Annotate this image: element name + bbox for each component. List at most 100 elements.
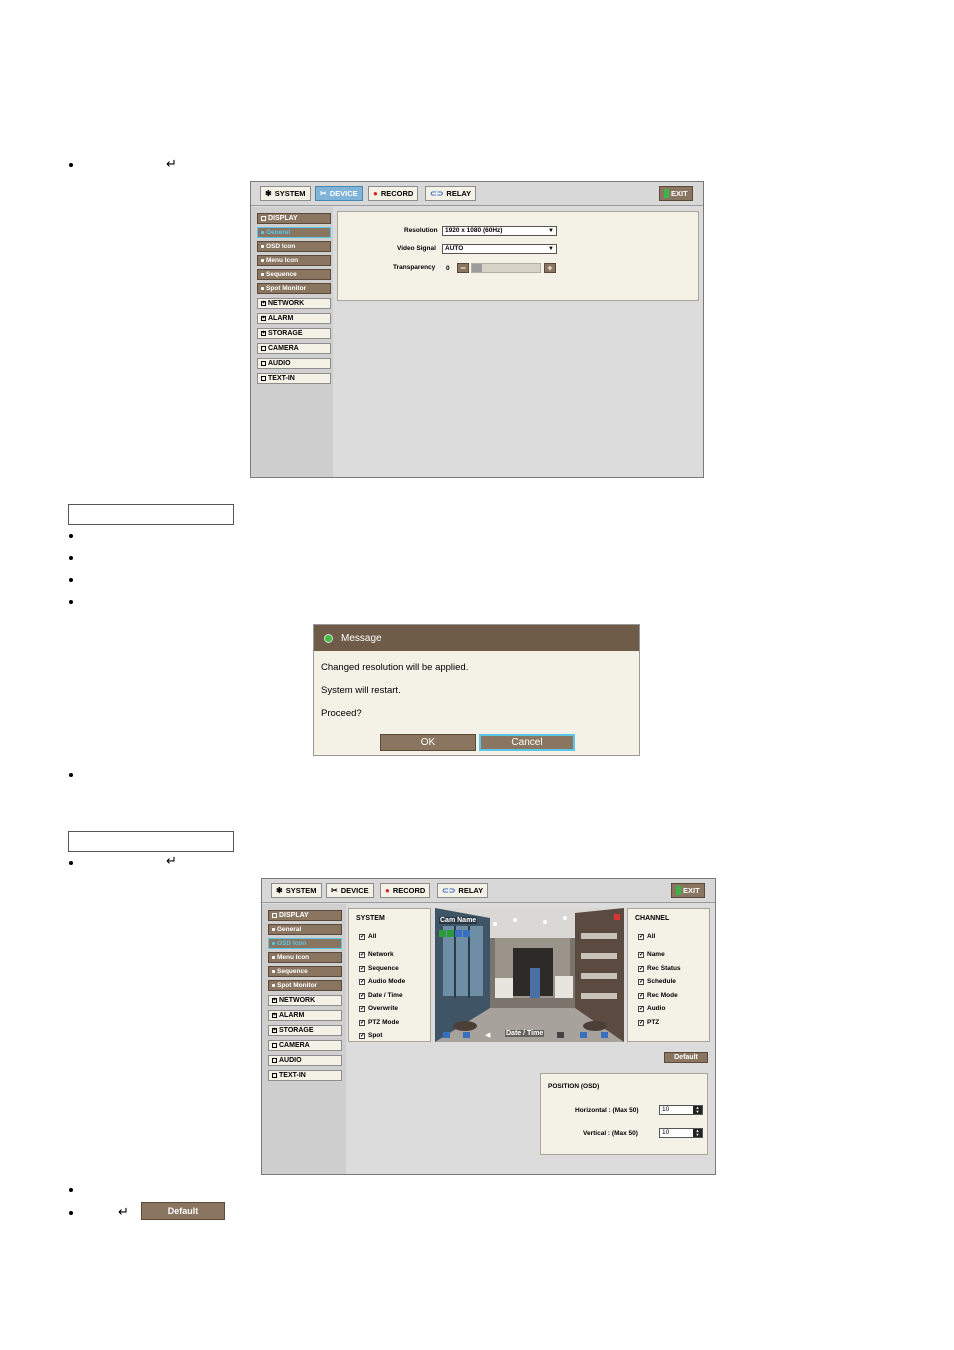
channel-check-all[interactable]: ✓ All [638, 933, 655, 940]
sidebar-item-osd-icon[interactable]: OSD Icon [268, 938, 342, 949]
exit-button[interactable]: EXIT [659, 186, 693, 201]
sidebar: DISPLAY General OSD Icon Menu Icon Seque… [262, 904, 346, 1174]
default-button[interactable]: Default [664, 1052, 708, 1063]
bullet-icon [261, 245, 264, 248]
spot-icon [601, 1032, 608, 1038]
close-icon [614, 914, 620, 920]
chevron-down-icon: ▼ [548, 228, 554, 234]
tab-system[interactable]: ✱ SYSTEM [271, 883, 322, 898]
section-heading-box [68, 504, 234, 525]
transparency-slider[interactable] [471, 263, 541, 273]
channel-check-ptz[interactable]: ✓ PTZ [638, 1019, 659, 1026]
system-check-sequence[interactable]: ✓ Sequence [359, 965, 399, 972]
system-check-date-time[interactable]: ✓ Date / Time [359, 992, 403, 999]
spinner-icon[interactable]: ▲ ▼ [693, 1129, 702, 1137]
sidebar-item-osd-icon[interactable]: OSD Icon [257, 241, 331, 252]
sidebar-item-audio[interactable]: AUDIO [268, 1055, 342, 1066]
checkbox-checked[interactable]: ✓ [359, 1005, 365, 1012]
system-check-all[interactable]: ✓ All [359, 933, 376, 940]
checkbox-checked[interactable]: ✓ [359, 1032, 365, 1039]
horizontal-input[interactable]: 10 ▲ ▼ [659, 1105, 703, 1115]
item-icon [261, 361, 266, 366]
checkbox-checked[interactable]: ✓ [638, 965, 644, 972]
sidebar-item-general[interactable]: General [268, 924, 342, 935]
bullet [69, 556, 73, 560]
tab-relay[interactable]: ⊂⊃ RELAY [437, 883, 489, 898]
default-button-reference[interactable]: Default [141, 1202, 225, 1220]
sidebar-item-storage[interactable]: + STORAGE [268, 1025, 342, 1036]
osd-position-panel: POSITION (OSD) Horizontal : (Max 50) 10 … [540, 1073, 708, 1155]
channel-check-schedule[interactable]: ✓ Schedule [638, 978, 676, 985]
sidebar-item-alarm[interactable]: + ALARM [257, 313, 331, 324]
channel-check-rec-status[interactable]: ✓ Rec Status [638, 965, 681, 972]
sidebar-item-menu-icon[interactable]: Menu Icon [268, 952, 342, 963]
bullet [69, 600, 73, 604]
message-line-1: Changed resolution will be applied. [321, 662, 469, 673]
expand-icon: + [261, 300, 266, 306]
system-check-network[interactable]: ✓ Network [359, 951, 394, 958]
system-check-overwrite[interactable]: ✓ Overwrite [359, 1005, 398, 1012]
bullet-icon [261, 231, 264, 234]
tab-relay[interactable]: ⊂⊃ RELAY [425, 186, 477, 201]
tools-icon: ✂ [320, 188, 327, 198]
channel-check-audio[interactable]: ✓ Audio [638, 1005, 665, 1012]
channel-check-name[interactable]: ✓ Name [638, 951, 665, 958]
preview-status-bar: ◀ Date / Time [435, 1030, 624, 1040]
gear-icon: ✱ [276, 885, 283, 895]
checkbox-checked[interactable]: ✓ [359, 978, 365, 985]
sidebar-item-camera[interactable]: CAMERA [268, 1040, 342, 1051]
cancel-button[interactable]: Cancel [479, 734, 575, 751]
tab-device[interactable]: ✂ DEVICE [315, 186, 363, 201]
tab-record[interactable]: ● RECORD [368, 186, 419, 201]
sidebar-item-network[interactable]: + NETWORK [257, 298, 331, 309]
sidebar-item-menu-icon[interactable]: Menu Icon [257, 255, 331, 266]
bullet-icon [261, 259, 264, 262]
checkbox-checked[interactable]: ✓ [359, 933, 365, 940]
transparency-decrease-button[interactable]: − [457, 263, 469, 273]
checkbox-checked[interactable]: ✓ [359, 992, 365, 999]
system-check-audio-mode[interactable]: ✓ Audio Mode [359, 978, 405, 985]
system-check-ptz-mode[interactable]: ✓ PTZ Mode [359, 1019, 399, 1026]
checkbox-checked[interactable]: ✓ [638, 951, 644, 958]
sidebar-item-display[interactable]: DISPLAY [257, 213, 331, 224]
transparency-value: 0 [446, 265, 450, 272]
sidebar-item-alarm[interactable]: + ALARM [268, 1010, 342, 1021]
transparency-increase-button[interactable]: + [544, 263, 556, 273]
tab-system[interactable]: ✱ SYSTEM [260, 186, 311, 201]
cam-name-label: Cam Name [439, 917, 478, 924]
system-check-spot[interactable]: ✓ Spot [359, 1032, 382, 1039]
video-signal-select[interactable]: AUTO ▼ [442, 244, 557, 254]
sidebar-item-sequence[interactable]: Sequence [257, 269, 331, 280]
resolution-select[interactable]: 1920 x 1080 (60Hz) ▼ [442, 226, 557, 236]
checkbox-checked[interactable]: ✓ [638, 1019, 644, 1026]
tab-device[interactable]: ✂ DEVICE [326, 883, 374, 898]
sidebar-item-spot-monitor[interactable]: Spot Monitor [257, 283, 331, 294]
enter-key-icon: ↵ [166, 157, 177, 172]
vertical-input[interactable]: 10 ▲ ▼ [659, 1128, 703, 1138]
checkbox-checked[interactable]: ✓ [359, 965, 365, 972]
toolbar: ✱ SYSTEM ✂ DEVICE ● RECORD ⊂⊃ RELAY EXIT [251, 182, 703, 206]
checkbox-checked[interactable]: ✓ [638, 933, 644, 940]
sidebar-item-text-in[interactable]: TEXT-IN [257, 373, 331, 384]
sidebar-item-sequence[interactable]: Sequence [268, 966, 342, 977]
channel-check-rec-mode[interactable]: ✓ Rec Mode [638, 992, 678, 999]
sidebar-item-display[interactable]: DISPLAY [268, 910, 342, 921]
checkbox-checked[interactable]: ✓ [638, 978, 644, 985]
sidebar-item-text-in[interactable]: TEXT-IN [268, 1070, 342, 1081]
checkbox-checked[interactable]: ✓ [359, 1019, 365, 1026]
sidebar-item-general[interactable]: General [257, 227, 331, 238]
spinner-icon[interactable]: ▲ ▼ [693, 1106, 702, 1114]
sidebar-item-storage[interactable]: + STORAGE [257, 328, 331, 339]
exit-button[interactable]: EXIT [671, 883, 705, 898]
slider-thumb[interactable] [472, 264, 482, 272]
sidebar-item-camera[interactable]: CAMERA [257, 343, 331, 354]
checkbox-checked[interactable]: ✓ [359, 951, 365, 958]
sidebar-item-network[interactable]: + NETWORK [268, 995, 342, 1006]
sidebar-item-spot-monitor[interactable]: Spot Monitor [268, 980, 342, 991]
checkbox-checked[interactable]: ✓ [638, 992, 644, 999]
ok-button[interactable]: OK [380, 734, 476, 751]
tab-record[interactable]: ● RECORD [380, 883, 431, 898]
sidebar-item-audio[interactable]: AUDIO [257, 358, 331, 369]
checkbox-checked[interactable]: ✓ [638, 1005, 644, 1012]
toolbar: ✱ SYSTEM ✂ DEVICE ● RECORD ⊂⊃ RELAY EXIT [262, 879, 715, 903]
